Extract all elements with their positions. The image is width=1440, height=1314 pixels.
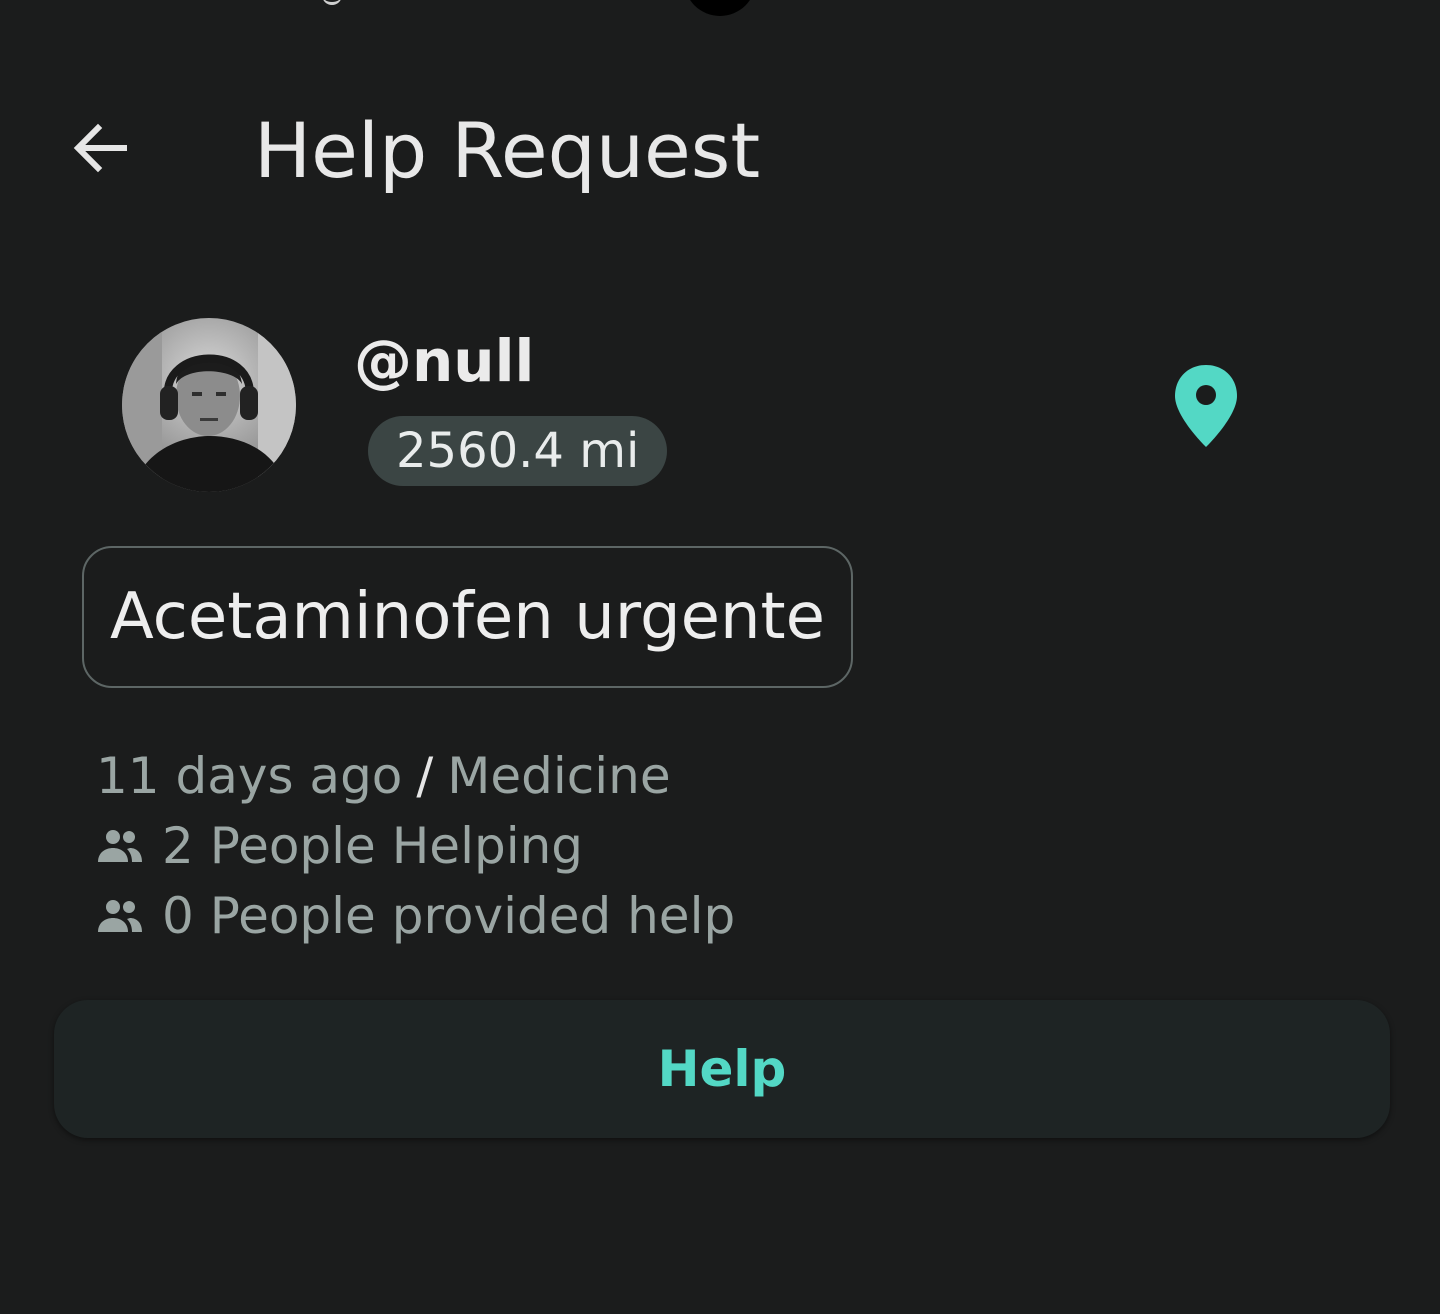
- meta-separator: /: [416, 747, 434, 805]
- camera-cutout: [684, 0, 756, 16]
- avatar[interactable]: [122, 318, 296, 492]
- category: Medicine: [447, 747, 671, 805]
- people-helping-text: 2 People Helping: [162, 817, 584, 875]
- people-provided-row: 0 People provided help: [96, 882, 735, 950]
- help-button[interactable]: Help: [54, 1000, 1390, 1138]
- back-button[interactable]: [58, 106, 142, 190]
- status-bar-icon: [322, 0, 342, 5]
- request-title: Acetaminofen urgente: [82, 546, 853, 688]
- location-button[interactable]: [1166, 360, 1246, 452]
- time-ago: 11 days ago: [96, 747, 403, 805]
- request-title-text: Acetaminofen urgente: [110, 580, 825, 654]
- username[interactable]: @null: [354, 326, 534, 396]
- help-request-screen: Help Request @null 2560.4 mi Acetaminofe…: [0, 0, 1440, 1314]
- map-pin-icon: [1175, 365, 1237, 447]
- help-button-label: Help: [657, 1040, 787, 1098]
- people-icon: [96, 822, 144, 870]
- arrow-left-icon: [73, 123, 127, 173]
- user-photo: [122, 318, 296, 492]
- request-meta: 11 days ago / Medicine: [96, 742, 671, 810]
- people-icon: [96, 892, 144, 940]
- people-helping-row: 2 People Helping: [96, 812, 583, 880]
- people-provided-text: 0 People provided help: [162, 887, 736, 945]
- distance-chip: 2560.4 mi: [368, 416, 668, 486]
- page-title: Help Request: [254, 106, 761, 195]
